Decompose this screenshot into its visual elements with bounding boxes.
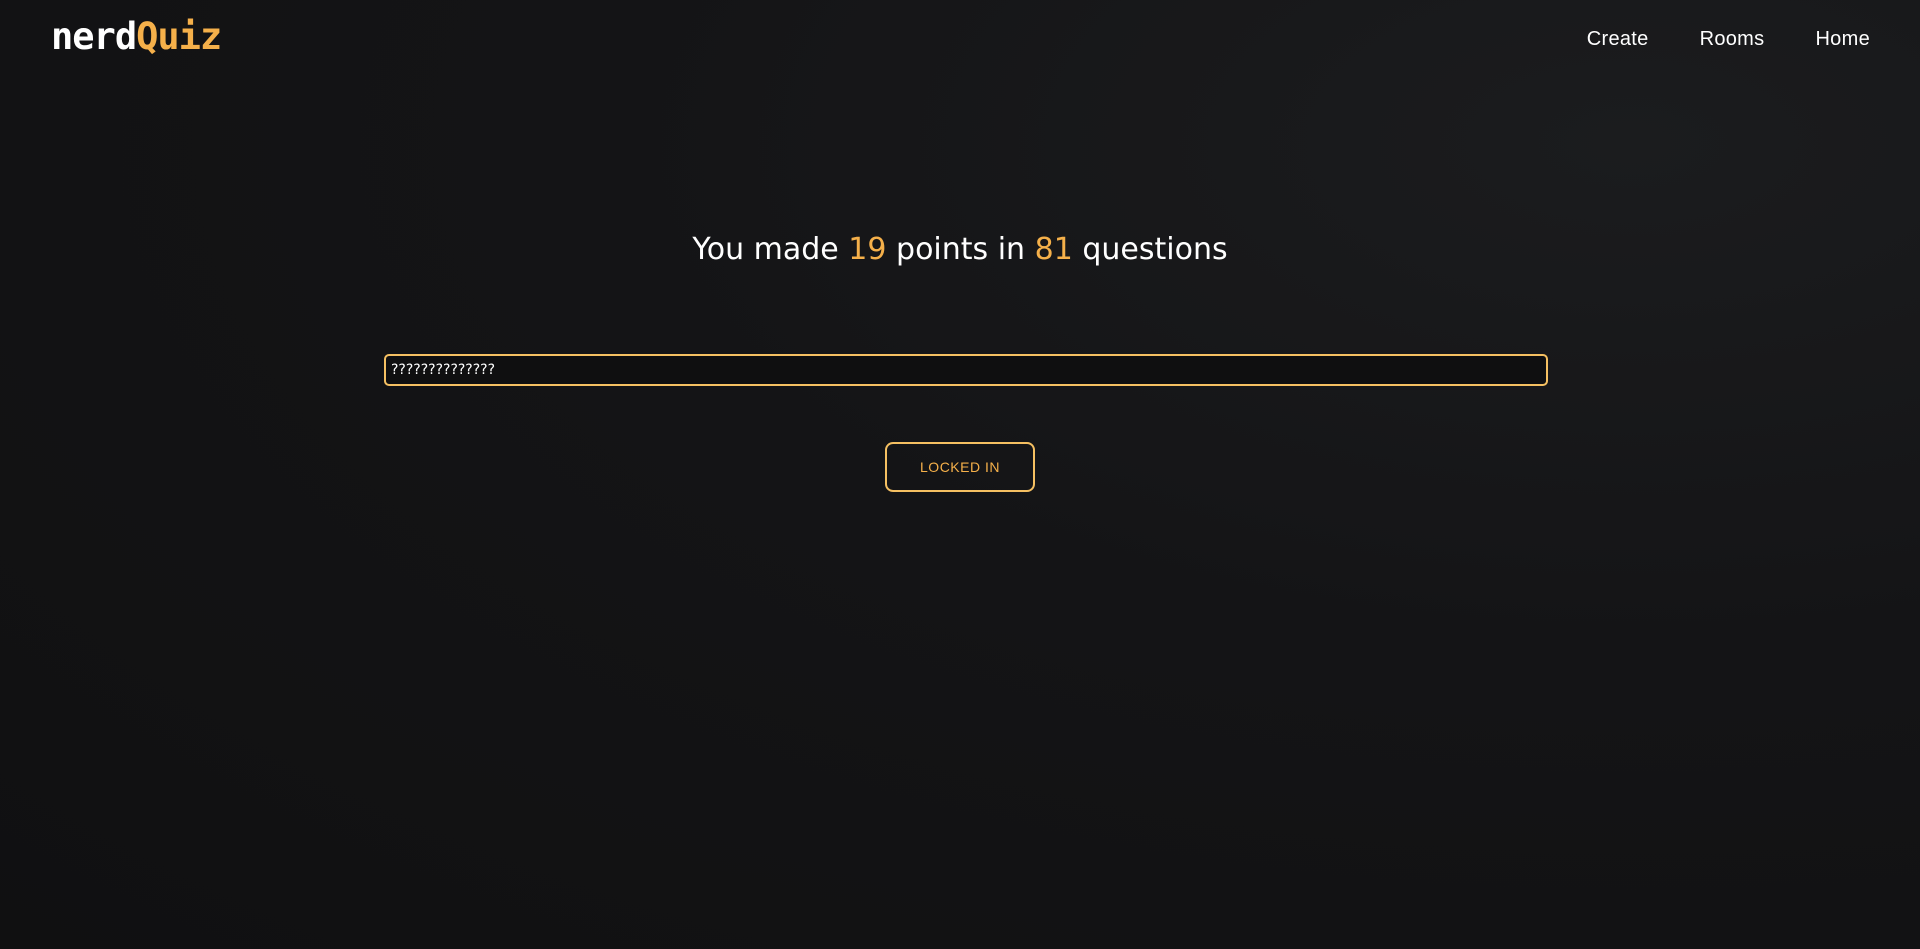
- score-summary: You made 19 points in 81 questions: [0, 232, 1920, 267]
- answer-input[interactable]: [384, 354, 1548, 386]
- score-middle: points in: [896, 232, 1026, 267]
- logo-part-quiz: Quiz: [136, 15, 222, 58]
- points-count: 19: [848, 232, 887, 267]
- main-nav: Create Rooms Home: [1536, 28, 1870, 51]
- nav-rooms-link[interactable]: Rooms: [1700, 28, 1765, 51]
- questions-count: 81: [1034, 232, 1073, 267]
- score-suffix: questions: [1082, 232, 1228, 267]
- nav-create-link[interactable]: Create: [1587, 28, 1649, 51]
- score-prefix: You made: [692, 232, 839, 267]
- logo[interactable]: nerdQuiz: [51, 15, 222, 58]
- locked-in-button[interactable]: LOCKED IN: [885, 442, 1035, 492]
- nav-home-link[interactable]: Home: [1815, 28, 1870, 51]
- header: nerdQuiz Create Rooms Home: [0, 0, 1920, 84]
- logo-part-nerd: nerd: [51, 15, 137, 58]
